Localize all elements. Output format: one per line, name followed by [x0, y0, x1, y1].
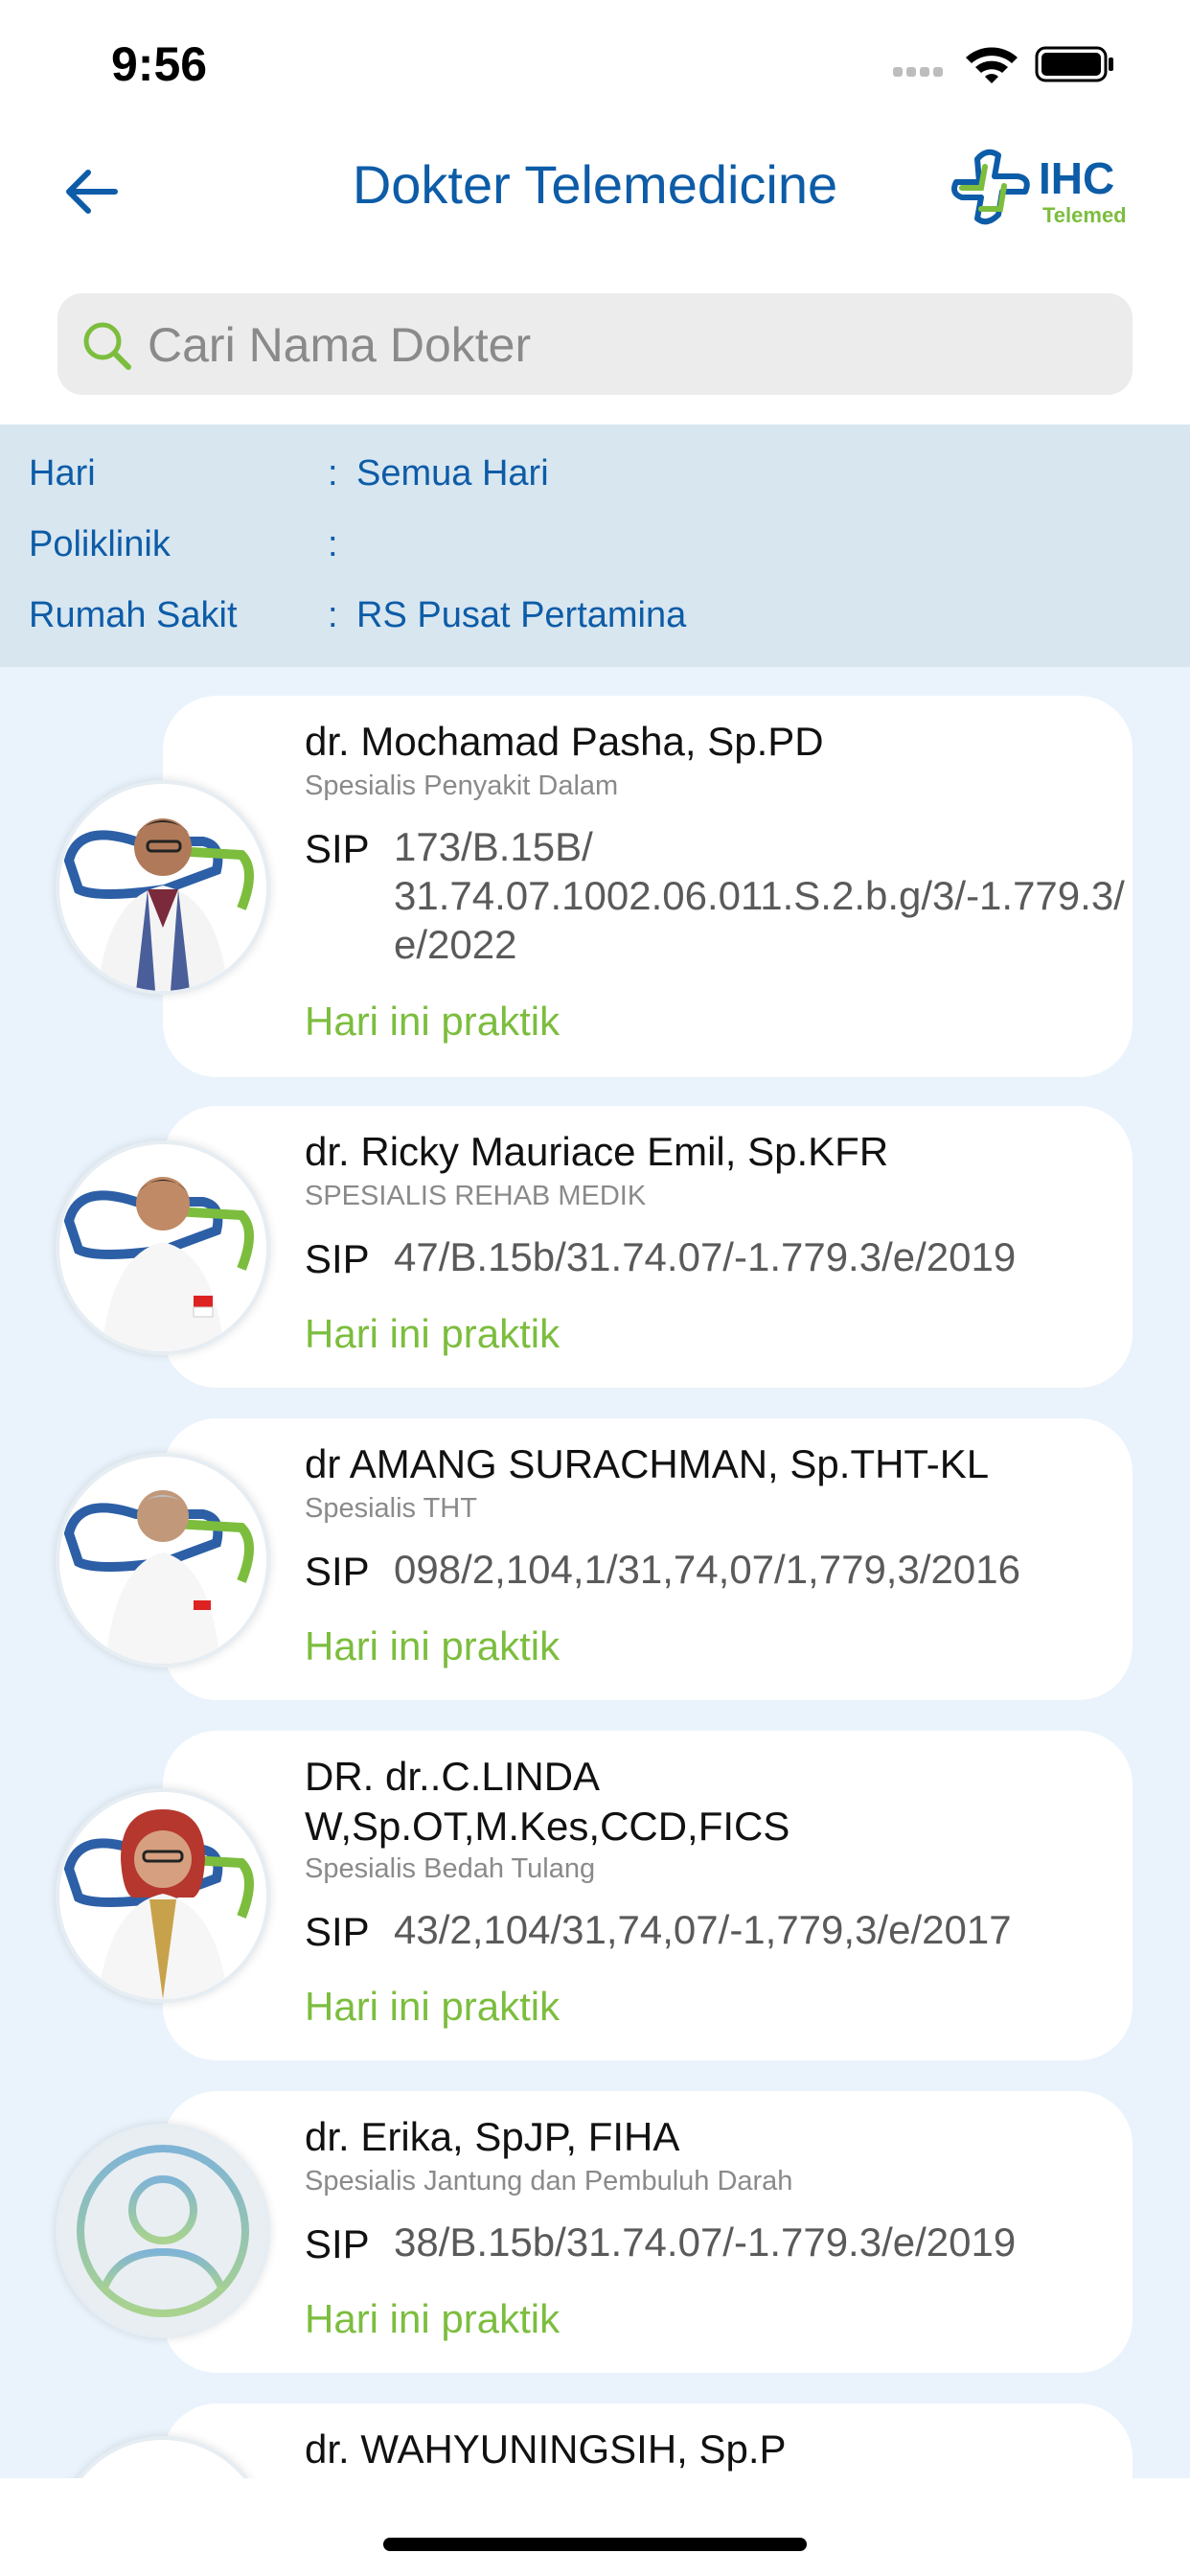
wifi-icon	[966, 47, 1018, 83]
practice-status: Hari ini praktik	[305, 1623, 561, 1668]
sip-label: SIP	[305, 1236, 370, 1281]
filter-value: RS Pusat Pertamina	[356, 595, 687, 635]
doctor-photo	[63, 1809, 254, 1999]
doctor-photo	[63, 818, 254, 991]
sip-line: 43/2,104/31,74,07/-1,779,3/e/2017	[394, 1907, 1012, 1952]
doctor-avatar	[56, 2124, 270, 2338]
status-icons	[893, 46, 1113, 83]
status-time: 9:56	[111, 37, 208, 91]
sip-number: 173/B.15B/ 31.74.07.1002.06.011.S.2.b.g/…	[394, 822, 1125, 969]
filter-panel[interactable]: Hari : Semua Hari Poliklinik : Rumah Sak…	[0, 425, 1190, 667]
practice-status: Hari ini praktik	[305, 1311, 561, 1356]
filter-value: Semua Hari	[356, 453, 549, 494]
doctor-name-line: DR. dr..C.LINDA	[305, 1754, 601, 1799]
sip-label: SIP	[305, 826, 370, 871]
home-indicator[interactable]	[383, 2538, 807, 2551]
filter-label: Rumah Sakit	[29, 595, 238, 635]
logo-text: IHC	[1039, 153, 1114, 203]
practice-status: Hari ini praktik	[305, 1984, 561, 2029]
doctor-name: dr. Erika, SpJP, FIHA	[305, 2114, 680, 2159]
doctor-name: dr. Mochamad Pasha, Sp.PD	[305, 719, 824, 764]
doctor-specialty: Spesialis THT	[305, 1493, 477, 1524]
doctor-photo	[63, 1177, 254, 1351]
doctor-name: DR. dr..C.LINDA W,Sp.OT,M.Kes,CCD,FICS	[305, 1752, 1119, 1852]
doctor-specialty: SPESIALIS REHAB MEDIK	[305, 1181, 647, 1211]
sip-label: SIP	[305, 1549, 370, 1594]
sip-number: 47/B.15b/31.74.07/-1.779.3/e/2019	[394, 1232, 1016, 1281]
doctor-avatar	[56, 1788, 270, 2003]
logo-subtext: Telemed	[1042, 203, 1127, 227]
doctor-avatar	[56, 780, 270, 995]
sip-line: 098/2,104,1/31,74,07/1,779,3/2016	[394, 1547, 1020, 1592]
filter-colon: :	[328, 524, 338, 564]
sip-line: e/2022	[394, 922, 517, 967]
doctor-name-line: W,Sp.OT,M.Kes,CCD,FICS	[305, 1804, 790, 1849]
battery-icon	[1035, 46, 1113, 82]
signal-icon	[893, 67, 943, 77]
sip-label: SIP	[305, 1909, 370, 1954]
filter-colon: :	[328, 453, 338, 494]
default-user-icon	[77, 2145, 249, 2317]
sip-line: 38/B.15b/31.74.07/-1.779.3/e/2019	[394, 2220, 1017, 2265]
doctor-name: dr. Ricky Mauriace Emil, Sp.KFR	[305, 1129, 889, 1174]
doctor-list[interactable]: dr. Mochamad Pasha, Sp.PD Spesialis Peny…	[0, 667, 1190, 2478]
sip-line: 47/B.15b/31.74.07/-1.779.3/e/2019	[394, 1234, 1017, 1279]
header-area: 9:56 Dokter Telemedicine IHC Telemed	[0, 0, 1190, 425]
sip-number: 098/2,104,1/31,74,07/1,779,3/2016	[394, 1545, 1020, 1594]
doctor-specialty: Spesialis Bedah Tulang	[305, 1853, 596, 1884]
ihc-telemed-logo: IHC Telemed	[951, 149, 1127, 227]
practice-status: Hari ini praktik	[305, 2296, 561, 2341]
search-bar[interactable]	[57, 293, 1133, 397]
filter-label: Hari	[29, 453, 96, 494]
doctor-photo	[63, 1490, 254, 1664]
practice-status: Hari ini praktik	[305, 999, 561, 1044]
doctor-name: dr AMANG SURACHMAN, Sp.THT-KL	[305, 1441, 990, 1486]
doctor-avatar	[56, 1453, 270, 1668]
doctor-avatar	[56, 1140, 270, 1355]
doctor-specialty: Spesialis Penyakit Dalam	[305, 770, 619, 801]
sip-number: 38/B.15b/31.74.07/-1.779.3/e/2019	[394, 2218, 1016, 2266]
sip-number: 43/2,104/31,74,07/-1,779,3/e/2017	[394, 1905, 1012, 1954]
doctor-specialty: Spesialis Jantung dan Pembuluh Darah	[305, 2166, 793, 2196]
home-indicator-area	[0, 2478, 1190, 2576]
filter-label: Poliklinik	[29, 524, 171, 564]
search-icon	[83, 322, 131, 370]
doctor-name: dr. WAHYUNINGSIH, Sp.P	[305, 2426, 787, 2472]
sip-label: SIP	[305, 2221, 370, 2266]
sip-line: 173/B.15B/	[394, 824, 593, 869]
search-input[interactable]	[146, 293, 1108, 397]
sip-line: 31.74.07.1002.06.011.S.2.b.g/3/-1.779.3/	[394, 873, 1125, 918]
filter-colon: :	[328, 595, 338, 635]
